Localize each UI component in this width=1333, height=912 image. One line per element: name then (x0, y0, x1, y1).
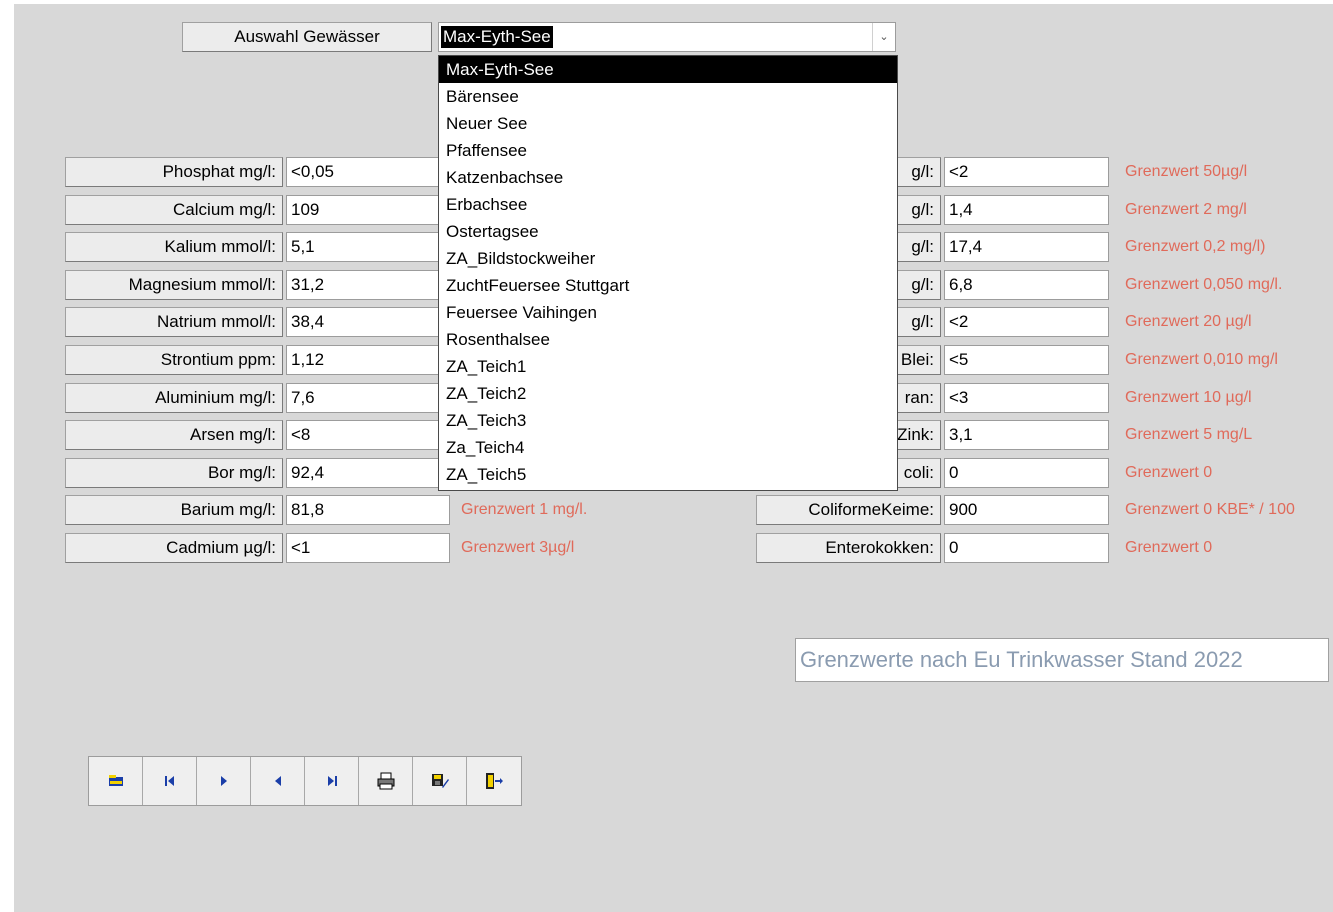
first-record-icon (164, 776, 174, 786)
dropdown-option[interactable]: Rosenthalsee (439, 326, 897, 353)
right-field-value[interactable]: 1,4 (944, 195, 1109, 225)
left-field-label[interactable]: Natrium mmol/l: (65, 307, 283, 337)
right-field-value[interactable]: 17,4 (944, 232, 1109, 262)
right-field-value[interactable]: <3 (944, 383, 1109, 413)
left-field-value[interactable]: 109 (286, 195, 450, 225)
right-limit-text: Grenzwert 0 (1125, 464, 1213, 481)
left-limit-text: Grenzwert 3µg/l (461, 539, 575, 556)
right-field-label[interactable]: ColiformeKeime: (756, 495, 941, 525)
right-field-value[interactable]: 6,8 (944, 270, 1109, 300)
previous-record-button[interactable] (251, 757, 305, 805)
right-field-value[interactable]: <5 (944, 345, 1109, 375)
right-limit-text: Grenzwert 0,010 mg/l (1125, 351, 1278, 368)
dropdown-option[interactable]: ZA_Teich1 (439, 353, 897, 380)
dropdown-option[interactable]: ZA_Teich2 (439, 380, 897, 407)
next-record-icon (220, 776, 227, 786)
left-field-value[interactable]: 38,4 (286, 307, 450, 337)
left-limit-text: Grenzwert 1 mg/l. (461, 501, 588, 518)
right-limit-text: Grenzwert 0,050 mg/l. (1125, 276, 1283, 293)
dropdown-option[interactable]: Bärensee (439, 83, 897, 110)
right-field-label[interactable]: Enterokokken: (756, 533, 941, 563)
left-field-value[interactable]: <0,05 (286, 157, 450, 187)
left-field-value[interactable]: 81,8 (286, 495, 450, 525)
dropdown-option[interactable]: ZA_Teich3 (439, 407, 897, 434)
first-record-button[interactable] (143, 757, 197, 805)
dropdown-option[interactable]: Ostertagsee (439, 218, 897, 245)
dropdown-option[interactable]: ZuchtFeuersee Stuttgart (439, 272, 897, 299)
left-field-label[interactable]: Calcium mg/l: (65, 195, 283, 225)
water-combobox[interactable]: Max-Eyth-See ⌄ (438, 22, 896, 52)
dropdown-option[interactable]: Erbachsee (439, 191, 897, 218)
dropdown-option[interactable]: Pfaffensee (439, 137, 897, 164)
exit-button[interactable] (467, 757, 521, 805)
left-field-value[interactable]: 7,6 (286, 383, 450, 413)
dropdown-option[interactable]: Max-Eyth-See (439, 56, 897, 83)
right-field-value[interactable]: <2 (944, 307, 1109, 337)
next-record-button[interactable] (197, 757, 251, 805)
left-field-value[interactable]: <1 (286, 533, 450, 563)
print-icon (377, 772, 394, 790)
right-field-value[interactable]: <2 (944, 157, 1109, 187)
dropdown-option[interactable]: Za_Teich4 (439, 434, 897, 461)
exit-icon (486, 773, 503, 789)
dropdown-option[interactable]: Neuer See (439, 110, 897, 137)
record-navigation-bar (88, 756, 522, 806)
chevron-down-icon[interactable]: ⌄ (872, 23, 895, 51)
dropdown-option[interactable]: Katzenbachsee (439, 164, 897, 191)
left-field-value[interactable]: <8 (286, 420, 450, 450)
left-field-label[interactable]: Cadmium µg/l: (65, 533, 283, 563)
right-field-value[interactable]: 3,1 (944, 420, 1109, 450)
right-limit-text: Grenzwert 2 mg/l (1125, 201, 1247, 218)
right-limit-text: Grenzwert 0,2 mg/l) (1125, 238, 1266, 255)
dropdown-option[interactable]: Feuersee Vaihingen (439, 299, 897, 326)
left-field-label[interactable]: Phosphat mg/l: (65, 157, 283, 187)
combobox-value: Max-Eyth-See (441, 26, 553, 48)
left-field-value[interactable]: 1,12 (286, 345, 450, 375)
left-field-label[interactable]: Barium mg/l: (65, 495, 283, 525)
right-limit-text: Grenzwert 50µg/l (1125, 163, 1248, 180)
right-limit-text: Grenzwert 10 µg/l (1125, 389, 1252, 406)
left-field-value[interactable]: 5,1 (286, 232, 450, 262)
last-record-button[interactable] (305, 757, 359, 805)
right-limit-text: Grenzwert 5 mg/L (1125, 426, 1253, 443)
dropdown-option[interactable]: ZA_Bildstockweiher (439, 245, 897, 272)
left-field-label[interactable]: Magnesium mmol/l: (65, 270, 283, 300)
left-field-label[interactable]: Kalium mmol/l: (65, 232, 283, 262)
water-dropdown-list[interactable]: Max-Eyth-See Bärensee Neuer See Pfaffensee K… (438, 55, 898, 491)
right-field-value[interactable]: 900 (944, 495, 1109, 525)
new-record-icon (108, 775, 123, 786)
previous-record-icon (274, 776, 281, 786)
limits-note: Grenzwerte nach Eu Trinkwasser Stand 202… (795, 638, 1329, 682)
save-button[interactable] (413, 757, 467, 805)
right-field-value[interactable]: 0 (944, 533, 1109, 563)
save-icon (431, 774, 449, 788)
left-field-label[interactable]: Bor mg/l: (65, 458, 283, 488)
dropdown-option[interactable]: ZA_Teich5 (439, 461, 897, 488)
left-field-value[interactable]: 31,2 (286, 270, 450, 300)
left-field-label[interactable]: Strontium ppm: (65, 345, 283, 375)
right-limit-text: Grenzwert 0 (1125, 539, 1213, 556)
left-field-label[interactable]: Arsen mg/l: (65, 420, 283, 450)
print-button[interactable] (359, 757, 413, 805)
left-field-label[interactable]: Aluminium mg/l: (65, 383, 283, 413)
last-record-icon (327, 776, 337, 786)
select-water-button[interactable]: Auswahl Gewässer (182, 22, 432, 52)
left-field-value[interactable]: 92,4 (286, 458, 450, 488)
right-limit-text: Grenzwert 20 µg/l (1125, 313, 1252, 330)
right-limit-text: Grenzwert 0 KBE* / 100 (1125, 501, 1295, 518)
new-record-button[interactable] (89, 757, 143, 805)
right-field-value[interactable]: 0 (944, 458, 1109, 488)
